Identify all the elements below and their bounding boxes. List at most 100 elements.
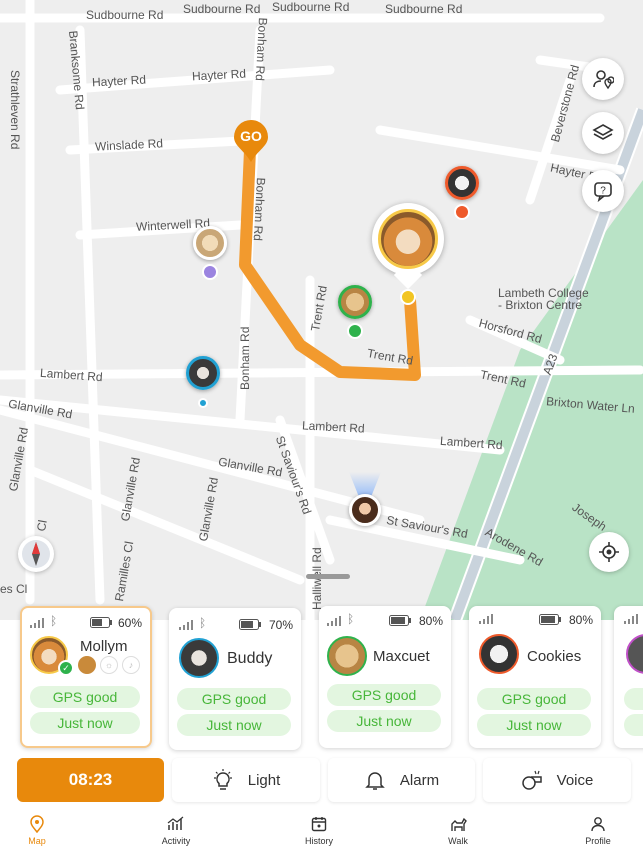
mode-bell-icon[interactable]: ♪ (122, 656, 140, 674)
user-location-marker[interactable] (345, 472, 385, 528)
battery-percent: 80% (418, 614, 443, 628)
poodle-avatar (193, 226, 227, 260)
tab-walk[interactable]: Walk (418, 814, 498, 846)
partial-pet-avatar (626, 634, 643, 674)
map-layers-button[interactable] (582, 112, 624, 154)
last-update: Just now (327, 710, 441, 732)
battery-percent: 70% (268, 618, 293, 632)
pet-marker-cat[interactable] (445, 166, 481, 226)
pet-card-cookies[interactable]: 80% Cookies GPS good Just now (469, 606, 601, 748)
tab-activity-label: Activity (161, 836, 191, 846)
street-label: Sudbourne Rd (183, 2, 261, 16)
battery-icon (239, 619, 261, 630)
battery-icon (90, 617, 112, 628)
selected-check-icon: ✓ (58, 660, 74, 676)
pet-card-mollym[interactable]: ᛒ 60% ✓ Mollym ☼ ♪ GPS good Just now (20, 606, 152, 748)
help-button[interactable]: ? (582, 170, 624, 212)
last-update: Just now (30, 712, 140, 734)
calendar-icon (311, 817, 327, 832)
golden-color-dot (347, 323, 363, 339)
mode-sleep-icon[interactable] (78, 656, 96, 674)
last-update-partial (624, 714, 643, 736)
battery-percent: 80% (568, 613, 593, 627)
pet-name: Maxcuet (373, 648, 430, 665)
map-view[interactable]: Sudbourne Rd Sudbourne Rd Sudbourne Rd S… (0, 0, 643, 620)
light-button[interactable]: Light (172, 758, 320, 802)
tab-history[interactable]: History (279, 814, 359, 846)
signal-icon (479, 614, 493, 624)
mode-light-icon[interactable]: ☼ (100, 656, 118, 674)
light-label: Light (247, 771, 281, 789)
voice-button[interactable]: Voice (483, 758, 631, 802)
last-update: Just now (177, 714, 291, 736)
alarm-button[interactable]: Alarm (328, 758, 475, 802)
street-label: Sudbourne Rd (86, 8, 164, 22)
street-label: Cl (34, 518, 50, 533)
maxcuet-avatar (327, 636, 367, 676)
frenchie-color-dot (198, 398, 208, 408)
gps-status: GPS good (477, 688, 591, 710)
tab-activity[interactable]: Activity (136, 814, 216, 846)
voice-label: Voice (556, 771, 594, 789)
tab-map[interactable]: Map (0, 814, 77, 846)
dog-walk-icon (451, 817, 467, 831)
street-label: es Cl (0, 582, 28, 596)
pet-card-buddy[interactable]: ᛒ 70% Buddy GPS good Just now (169, 608, 301, 750)
cookies-avatar (479, 634, 519, 674)
gps-status: GPS good (177, 688, 291, 710)
compass-button[interactable] (18, 536, 54, 572)
signal-icon (327, 616, 341, 626)
street-label: - Brixton Centre (498, 298, 583, 312)
pet-marker-frenchie[interactable] (186, 356, 222, 412)
person-pin-icon (593, 70, 614, 90)
bluetooth-icon: ᛒ (347, 612, 355, 626)
layers-icon (592, 124, 614, 140)
heading-cone (349, 472, 381, 496)
pet-locations-button[interactable] (582, 58, 624, 100)
golden-avatar (338, 285, 372, 319)
drag-handle[interactable] (306, 574, 350, 579)
tab-walk-label: Walk (448, 836, 468, 846)
walk-timer-button[interactable]: 08:23 (17, 758, 164, 802)
pet-marker-poodle[interactable] (193, 226, 229, 286)
street-label: Hayter Rd (91, 72, 147, 90)
recenter-button[interactable] (589, 532, 629, 572)
pet-name: Buddy (227, 650, 273, 667)
walk-timer: 08:23 (68, 770, 113, 789)
bluetooth-icon: ᛒ (199, 616, 207, 630)
street-label: Sudbourne Rd (272, 0, 350, 14)
street-label: Strathleven Rd (8, 70, 22, 150)
tab-profile-label: Profile (585, 836, 611, 846)
battery-icon (539, 614, 561, 625)
pet-marker-golden[interactable] (338, 285, 374, 345)
alarm-label: Alarm (399, 771, 440, 789)
tab-history-label: History (304, 836, 333, 846)
street-label: Bonham Rd (238, 326, 252, 390)
tab-profile[interactable]: Profile (558, 814, 638, 846)
battery-percent: 60% (117, 616, 142, 630)
cat-avatar (445, 166, 479, 200)
pet-card-maxcuet[interactable]: ᛒ 80% Maxcuet GPS good Just now (319, 606, 451, 748)
compass-icon (22, 540, 50, 568)
bluetooth-icon: ᛒ (50, 614, 58, 628)
street-label: Sudbourne Rd (385, 2, 463, 16)
buddy-avatar (179, 638, 219, 678)
cat-color-dot (454, 204, 470, 220)
whistle-icon (521, 770, 542, 790)
signal-icon (624, 614, 638, 624)
tab-map-label: Map (28, 836, 46, 846)
pet-name: Cookies (527, 648, 582, 665)
route-start-marker[interactable]: GO (232, 118, 270, 164)
battery-icon (389, 615, 411, 626)
pet-marker-shiba[interactable] (372, 203, 444, 305)
map-pin-icon (30, 815, 44, 833)
bottom-tab-bar: Map Activity History Walk Profile (0, 814, 643, 858)
last-update: Just now (477, 714, 591, 736)
profile-icon (591, 817, 605, 832)
frenchie-avatar (186, 356, 220, 390)
pet-card-partial[interactable] (614, 606, 643, 748)
signal-icon (179, 620, 193, 630)
help-bubble-icon: ? (594, 182, 612, 202)
bell-icon (365, 772, 385, 790)
svg-text:?: ? (600, 186, 606, 197)
